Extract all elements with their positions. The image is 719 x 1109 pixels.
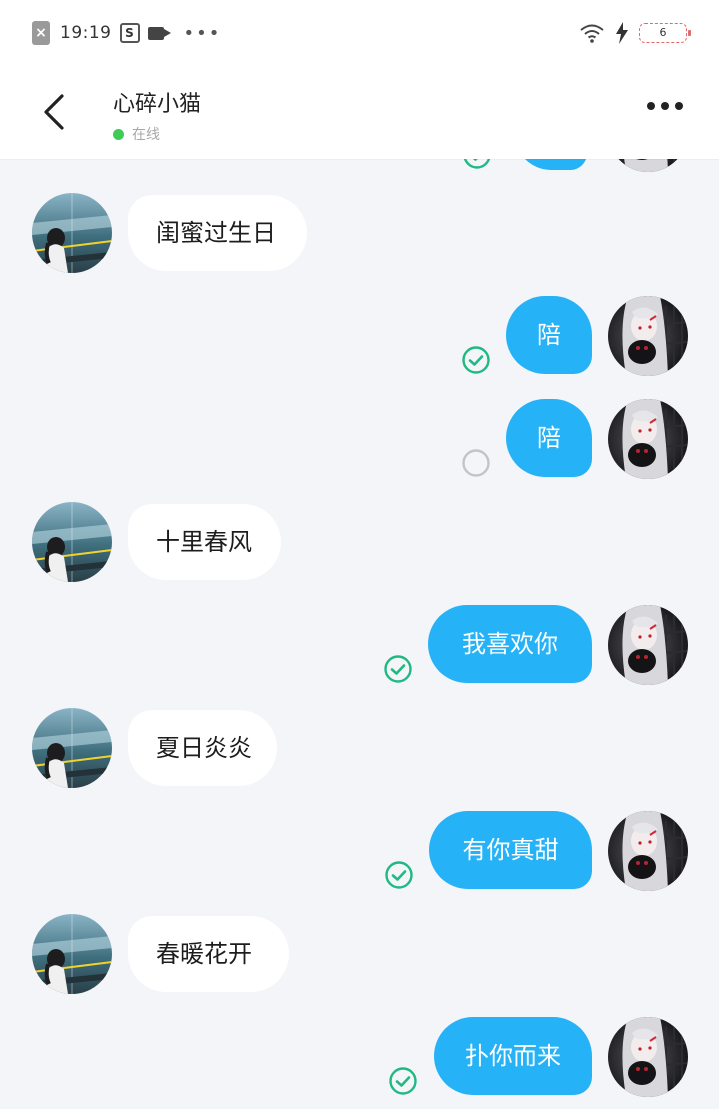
avatar[interactable] xyxy=(608,399,688,479)
video-camera-icon xyxy=(147,26,171,40)
clock: 19:19 xyxy=(60,23,112,43)
message-bubble-incoming[interactable]: 夏日炎炎 xyxy=(128,710,277,786)
message-bubble-outgoing[interactable]: 陪 xyxy=(506,296,592,374)
online-status: 在线 xyxy=(113,124,160,144)
avatar[interactable] xyxy=(608,296,688,376)
chat-header: 心碎小猫 在线 xyxy=(0,62,719,159)
battery-icon: 6 xyxy=(639,23,691,43)
message-bubble-incoming[interactable]: 闺蜜过生日 xyxy=(128,195,307,271)
online-status-text: 在线 xyxy=(132,127,160,143)
charging-bolt-icon xyxy=(616,22,628,44)
check-pending-icon xyxy=(461,448,491,478)
close-notification-icon: × xyxy=(32,21,50,45)
more-dot-icon xyxy=(661,102,669,110)
more-dots-icon: ••• xyxy=(183,22,222,44)
contact-name[interactable]: 心碎小猫 xyxy=(113,86,201,118)
avatar[interactable] xyxy=(608,811,688,891)
message-bubble-incoming[interactable]: 十里春风 xyxy=(128,504,281,580)
avatar[interactable] xyxy=(32,914,112,994)
message-bubble-outgoing[interactable]: 扑你而来 xyxy=(434,1017,592,1095)
avatar[interactable] xyxy=(32,502,112,582)
check-read-icon xyxy=(384,860,414,890)
wifi-icon xyxy=(580,24,604,43)
check-read-icon xyxy=(388,1066,418,1096)
chat-area[interactable]: 闺蜜过生日 陪 陪 十里春风 我喜欢你 夏日炎炎 有你真甜 春暖花开 扑你而来 xyxy=(0,0,719,1109)
check-read-icon xyxy=(461,345,491,375)
online-dot-icon xyxy=(113,128,124,140)
message-bubble-incoming[interactable]: 春暖花开 xyxy=(128,916,289,992)
back-button[interactable] xyxy=(36,90,76,134)
more-dot-icon xyxy=(675,102,683,110)
message-bubble-outgoing[interactable]: 有你真甜 xyxy=(429,811,592,889)
avatar[interactable] xyxy=(32,708,112,788)
s-app-icon: S xyxy=(119,23,140,43)
message-bubble-outgoing[interactable]: 陪 xyxy=(506,399,592,477)
chevron-left-icon xyxy=(44,94,64,130)
avatar[interactable] xyxy=(608,1017,688,1097)
battery-level: 6 xyxy=(659,26,667,39)
message-bubble-outgoing[interactable]: 我喜欢你 xyxy=(428,605,592,683)
avatar[interactable] xyxy=(32,193,112,273)
check-read-icon xyxy=(383,654,413,684)
more-options-button[interactable] xyxy=(647,102,683,110)
status-bar: × 19:19 S ••• 6 xyxy=(0,0,719,62)
avatar[interactable] xyxy=(608,605,688,685)
more-dot-icon xyxy=(647,102,655,110)
